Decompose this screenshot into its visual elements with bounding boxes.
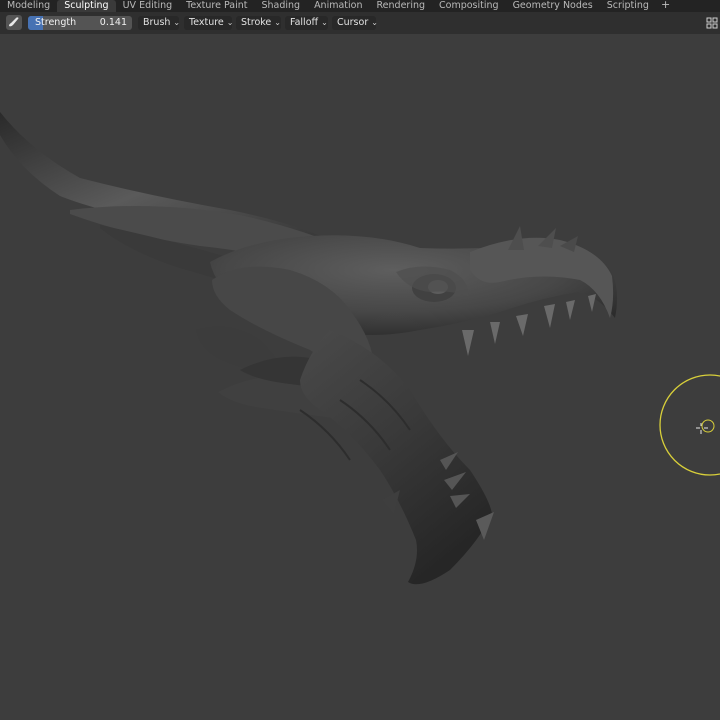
- tab-shading[interactable]: Shading: [254, 0, 307, 12]
- stroke-menu-label: Stroke: [241, 17, 272, 28]
- tool-header: Strength 0.141 Brush ⌄ Texture ⌄ Stroke ⌄ F…: [0, 12, 720, 34]
- sculpt-brush-icon[interactable]: [6, 15, 22, 30]
- add-workspace-button[interactable]: +: [656, 0, 675, 12]
- cursor-menu[interactable]: Cursor ⌄: [332, 16, 378, 30]
- strength-label: Strength: [35, 17, 77, 28]
- workspace-tab-bar: Modeling Sculpting UV Editing Texture Pa…: [0, 0, 720, 12]
- cursor-menu-label: Cursor: [337, 17, 369, 28]
- texture-menu-label: Texture: [189, 17, 224, 28]
- strength-value: 0.141: [99, 17, 127, 28]
- stroke-menu[interactable]: Stroke ⌄: [236, 16, 281, 30]
- strength-slider[interactable]: Strength 0.141: [28, 16, 132, 30]
- chevron-down-icon: ⌄: [274, 18, 281, 27]
- chevron-down-icon: ⌄: [371, 18, 378, 27]
- tab-uv-editing[interactable]: UV Editing: [116, 0, 180, 12]
- tab-texture-paint[interactable]: Texture Paint: [179, 0, 254, 12]
- chevron-down-icon: ⌄: [173, 18, 181, 27]
- 3d-viewport[interactable]: [0, 34, 720, 720]
- tab-rendering[interactable]: Rendering: [370, 0, 433, 12]
- dragon-head-sculpt: [0, 112, 618, 585]
- tab-scripting[interactable]: Scripting: [600, 0, 656, 12]
- texture-menu[interactable]: Texture ⌄: [184, 16, 234, 30]
- tab-geometry-nodes[interactable]: Geometry Nodes: [506, 0, 600, 12]
- chevron-down-icon: ⌄: [226, 18, 234, 27]
- tab-compositing[interactable]: Compositing: [432, 0, 506, 12]
- falloff-menu-label: Falloff: [290, 17, 319, 28]
- brush-menu-label: Brush: [143, 17, 171, 28]
- tab-modeling[interactable]: Modeling: [0, 0, 57, 12]
- grid-icon[interactable]: [706, 17, 718, 29]
- falloff-menu[interactable]: Falloff ⌄: [285, 16, 328, 30]
- brush-menu[interactable]: Brush ⌄: [138, 16, 181, 30]
- brush-radius-circle: [659, 374, 720, 476]
- tab-sculpting[interactable]: Sculpting: [57, 0, 116, 12]
- chevron-down-icon: ⌄: [321, 18, 328, 27]
- tab-animation[interactable]: Animation: [307, 0, 369, 12]
